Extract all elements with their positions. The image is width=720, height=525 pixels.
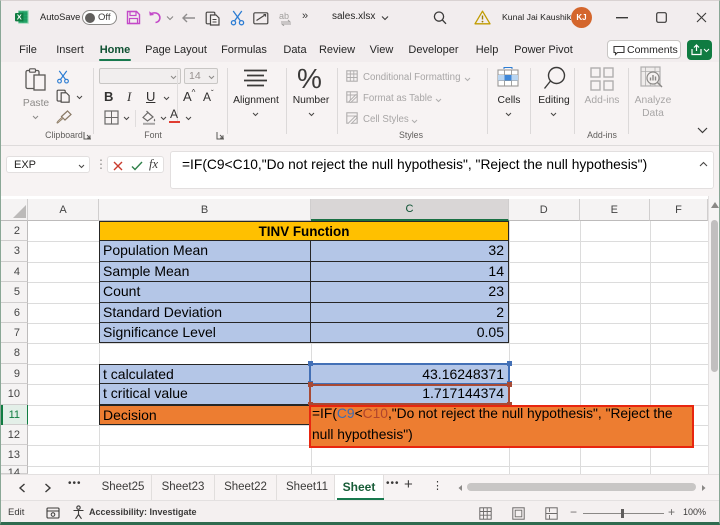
svg-text:X: X	[17, 13, 22, 22]
svg-text:ab: ab	[279, 11, 289, 21]
